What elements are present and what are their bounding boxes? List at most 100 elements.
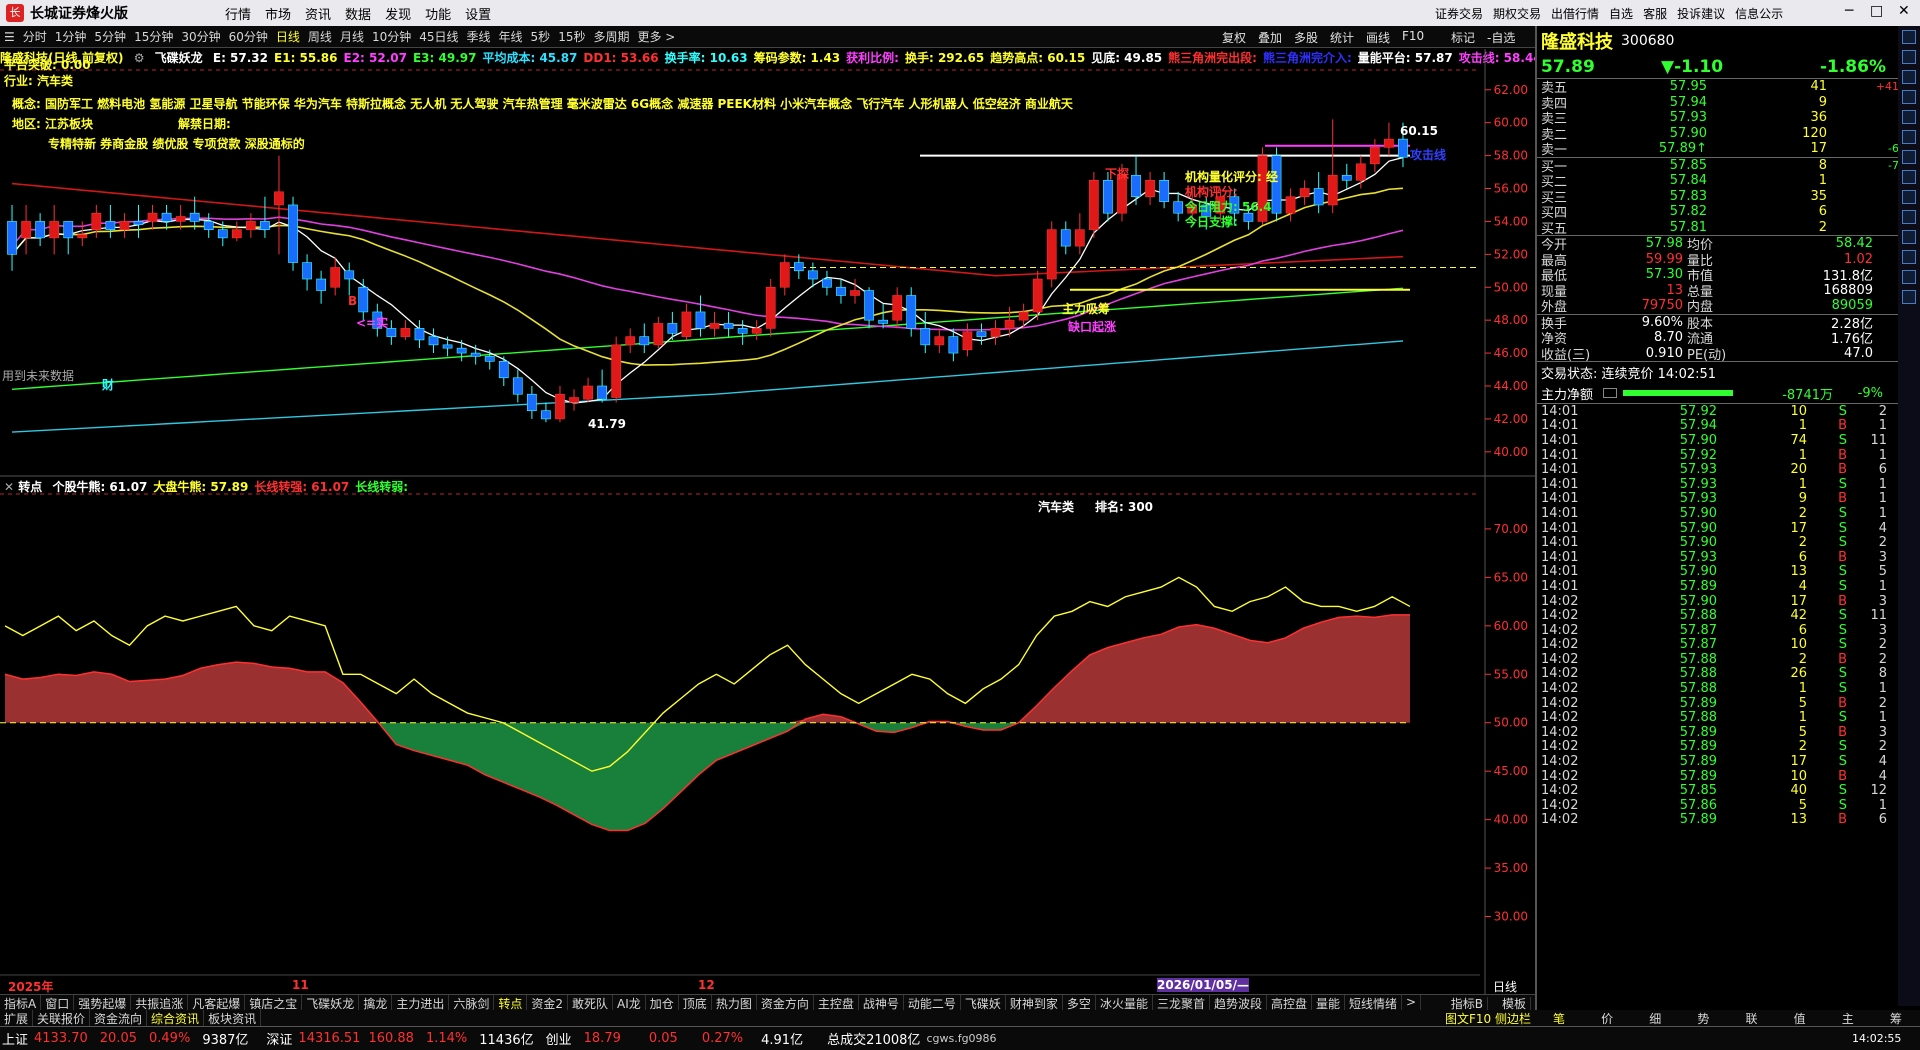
quote-tab[interactable]: 价 [1601, 1010, 1613, 1026]
quote-tab[interactable]: 细 [1649, 1010, 1661, 1026]
indicator-tab[interactable]: > [1402, 995, 1422, 1010]
stat-row: 外盘 79750 内盘 89059 [1541, 298, 1873, 316]
candle-body [681, 311, 692, 337]
candle-body [498, 361, 509, 379]
indicator-tab[interactable]: 擒龙 [359, 995, 393, 1011]
indicator-b-tab[interactable]: 指标B [1446, 997, 1488, 1011]
right-menu-item[interactable]: 客服 [1643, 5, 1667, 22]
period-label: 日线 [1493, 980, 1518, 994]
indicator-tab[interactable]: 顶底 [679, 995, 712, 1011]
right-menu-item[interactable]: 自选 [1609, 5, 1633, 22]
indicator-tab[interactable]: 高控盘 [1267, 995, 1312, 1011]
sidebar-tool-icon[interactable] [1902, 70, 1916, 84]
sidebar-tool-icon[interactable] [1902, 210, 1916, 224]
indicator-tab[interactable]: 主控盘 [814, 995, 859, 1011]
indicator-tab[interactable]: 加仓 [646, 995, 679, 1011]
extension-tab[interactable]: 板块资讯 [204, 1010, 262, 1026]
indicator-tab[interactable]: 敢死队 [568, 995, 614, 1011]
extension-tab[interactable]: 资金流向 [90, 1010, 148, 1026]
sub-indicator-name[interactable]: 转点 [18, 480, 42, 494]
sidebar-tool-icon[interactable] [1902, 170, 1916, 184]
indicator-tab[interactable]: 强势起爆 [74, 995, 132, 1011]
indicator-tab[interactable]: 指标A [0, 995, 42, 1011]
close-icon[interactable]: ✕ [1898, 3, 1910, 19]
indicator-tab[interactable]: 资金方向 [757, 995, 814, 1011]
indicator-tab[interactable]: 六脉剑 [449, 995, 495, 1011]
sub-axis-label: 50.00 [1494, 716, 1528, 730]
quote-tab[interactable]: 主 [1842, 1010, 1854, 1026]
sidebar-tool-icon[interactable] [1902, 250, 1916, 264]
sidebar-tool-icon[interactable] [1902, 30, 1916, 44]
tick-list[interactable]: 14:01 57.92 10 S 2 14:01 57.94 1 B 1 14:01 57.90 74 S… [1537, 403, 1920, 827]
extension-tab[interactable]: 关联报价 [33, 1010, 91, 1026]
sz-index-change: 160.88 [368, 1031, 414, 1046]
indicator-tab[interactable]: 短线情绪 [1345, 995, 1403, 1011]
sidebar-tool-icon[interactable] [1902, 230, 1916, 244]
stock-name: 隆盛科技 [1541, 32, 1613, 53]
price-axis-label: 58.00 [1494, 149, 1528, 163]
quote-tab[interactable]: 筹 [1890, 1010, 1902, 1026]
trade-status: 交易状态: 连续竞价 14:02:51 [1537, 361, 1920, 383]
indicator-tab[interactable]: 热力图 [712, 995, 757, 1011]
sidebar-tool-icon[interactable] [1902, 150, 1916, 164]
cy-index-label[interactable]: 创业 [546, 1029, 572, 1048]
quote-tab[interactable]: 势 [1697, 1010, 1709, 1026]
sidebar-tool-icon[interactable] [1902, 290, 1916, 304]
tick-row: 14:02 57.85 40 S 12 [1541, 783, 1887, 799]
candle-body [21, 221, 31, 239]
indicator-tab[interactable]: 冰火量能 [1096, 995, 1153, 1011]
candle-body [231, 229, 242, 239]
indicator-tab[interactable]: 凡客起爆 [188, 995, 246, 1011]
quote-tab[interactable]: 笔 [1553, 1010, 1565, 1026]
indicator-tab[interactable]: 飞碟妖龙 [302, 995, 360, 1011]
sh-index-label[interactable]: 上证 [2, 1029, 28, 1048]
extension-tab[interactable]: 综合资讯 [147, 1010, 205, 1026]
candle-body [793, 262, 804, 272]
tick-row: 14:02 57.88 1 S 1 [1541, 681, 1887, 697]
sz-index-label[interactable]: 深证 [266, 1029, 292, 1048]
tick-row: 14:02 57.89 10 B 4 [1541, 768, 1887, 784]
tick-row: 14:01 57.92 10 S 2 [1541, 403, 1887, 419]
indicator-tab[interactable]: 资金2 [527, 995, 569, 1011]
close-icon[interactable]: ✕ [4, 480, 14, 494]
indicator-tab[interactable]: AI龙 [613, 995, 646, 1011]
extension-tab[interactable]: 扩展 [0, 1010, 34, 1026]
minimize-icon[interactable]: ─ [1845, 3, 1853, 19]
tick-row: 14:02 57.87 10 S 2 [1541, 637, 1887, 653]
indicator-tab[interactable]: 窗口 [41, 995, 75, 1011]
maximize-icon[interactable]: □ [1870, 3, 1883, 19]
candle-body [161, 212, 172, 222]
indicator-tab[interactable]: 趋势波段 [1210, 995, 1267, 1011]
bear-area [5, 722, 1410, 831]
sidebar-tool-icon[interactable] [1902, 110, 1916, 124]
candle-body [976, 331, 987, 337]
right-menu-item[interactable]: 信息公示 [1735, 5, 1783, 22]
f10-sidebar-toggle[interactable]: 图文F10 侧边栏 [1441, 1010, 1535, 1026]
finance-marker[interactable]: 财 [102, 376, 114, 393]
right-menu-item[interactable]: 出借行情 [1551, 5, 1599, 22]
indicator-tab[interactable]: 多空 [1063, 995, 1096, 1011]
sidebar-tool-icon[interactable] [1902, 90, 1916, 104]
indicator-tab[interactable]: 动能二号 [904, 995, 961, 1011]
sidebar-tool-icon[interactable] [1902, 50, 1916, 64]
candle-body [653, 323, 664, 346]
right-menu-item[interactable]: 投诉建议 [1677, 5, 1725, 22]
indicator-b-tab[interactable]: 模板 [1497, 997, 1531, 1011]
indicator-tab[interactable]: 共振追涨 [131, 995, 189, 1011]
sidebar-tool-icon[interactable] [1902, 130, 1916, 144]
sidebar-tool-icon[interactable] [1902, 270, 1916, 284]
indicator-tab[interactable]: 财神到家 [1006, 995, 1063, 1011]
candle-body [962, 331, 973, 351]
sub-axis-label: 70.00 [1494, 522, 1528, 536]
indicator-tab[interactable]: 量能 [1312, 995, 1346, 1011]
quote-tab[interactable]: 联 [1746, 1010, 1758, 1026]
indicator-tab[interactable]: 主力进出 [392, 995, 450, 1011]
indicator-tab[interactable]: 转点 [494, 995, 528, 1011]
sidebar-tool-icon[interactable] [1902, 190, 1916, 204]
indicator-tab[interactable]: 战神号 [859, 995, 904, 1011]
indicator-tab[interactable]: 三龙聚首 [1153, 995, 1210, 1011]
quote-tab[interactable]: 值 [1794, 1010, 1806, 1026]
candle-body [892, 295, 903, 321]
indicator-tab[interactable]: 镇店之宝 [245, 995, 303, 1011]
indicator-tab[interactable]: 飞碟妖 [961, 995, 1006, 1011]
